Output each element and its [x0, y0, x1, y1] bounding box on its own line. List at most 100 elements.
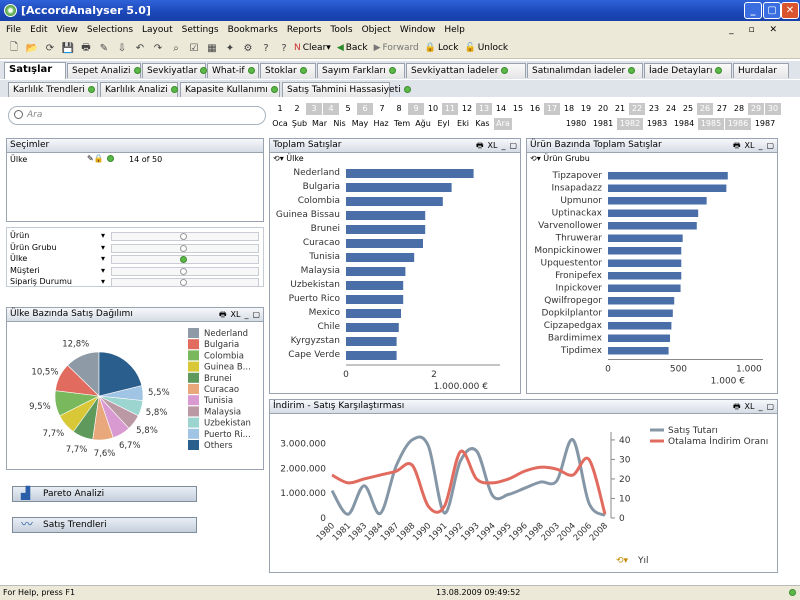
bar-category-label[interactable]: Monpickinower: [534, 246, 602, 256]
lock-button[interactable]: 🔒 Lock: [425, 43, 459, 53]
day-6[interactable]: 6: [357, 103, 373, 115]
print-icon[interactable]: 🖶: [733, 400, 741, 413]
redo-icon[interactable]: ↷: [150, 40, 166, 56]
bar-category-label[interactable]: Uptinackax: [552, 209, 603, 219]
bar[interactable]: [346, 183, 452, 192]
tab-1[interactable]: Satışlar: [4, 62, 66, 79]
total-sales-chart[interactable]: Nederland Bulgaria Colombia Guinea Bissau Br…: [270, 164, 520, 394]
menu-bookmarks[interactable]: Bookmarks: [228, 25, 278, 35]
month-6[interactable]: Haz: [372, 118, 390, 130]
bar-category-label[interactable]: Puerto Rico: [289, 294, 341, 304]
legend-label[interactable]: Curacao: [204, 385, 239, 395]
unlock-button[interactable]: 🔓 Unlock: [464, 43, 508, 53]
check-icon[interactable]: ☑: [186, 40, 202, 56]
context-help-icon[interactable]: ?: [276, 40, 292, 56]
month-10[interactable]: Eki: [455, 118, 471, 130]
help-icon[interactable]: ?: [258, 40, 274, 56]
mdi-controls[interactable]: _ ▫ ✕: [729, 25, 783, 35]
day-15[interactable]: 15: [510, 103, 526, 115]
month-8[interactable]: Ağu: [414, 118, 432, 130]
month-3[interactable]: Mar: [311, 118, 328, 130]
edit-script-icon[interactable]: ✎: [96, 40, 112, 56]
discount-sales-chart[interactable]: 0 1.000.000 2.000.000 3.000.000 0 10 20 30 40 Sat…: [270, 414, 777, 572]
tab-row2-3[interactable]: Kapasite Kullanımı: [180, 82, 280, 97]
bar[interactable]: [608, 272, 682, 280]
bar[interactable]: [346, 295, 404, 304]
bar-category-label[interactable]: Cape Verde: [288, 350, 340, 360]
legend-label[interactable]: Nederland: [204, 329, 248, 339]
tab-row2-1[interactable]: Karlılık Trendleri: [8, 82, 98, 97]
search-icon[interactable]: ⌕: [168, 40, 184, 56]
menu-edit[interactable]: Edit: [30, 25, 47, 35]
bar-category-label[interactable]: Dopkilplantor: [541, 309, 602, 319]
month-7[interactable]: Tem: [393, 118, 411, 130]
day-12[interactable]: 12: [459, 103, 475, 115]
tab-row2-2[interactable]: Karlılık Analizi: [100, 82, 178, 97]
bar-category-label[interactable]: Upquestentor: [541, 259, 603, 269]
day-24[interactable]: 24: [663, 103, 679, 115]
bar[interactable]: [608, 347, 669, 355]
legend-label[interactable]: Uzbekistan: [204, 419, 251, 429]
day-27[interactable]: 27: [714, 103, 730, 115]
menu-file[interactable]: File: [6, 25, 21, 35]
bar[interactable]: [346, 253, 415, 262]
day-14[interactable]: 14: [493, 103, 509, 115]
bar[interactable]: [346, 239, 423, 248]
menu-object[interactable]: Object: [362, 25, 391, 35]
bar[interactable]: [346, 309, 401, 318]
print-icon[interactable]: 🖶: [78, 40, 94, 56]
new-icon[interactable]: 🗋: [6, 40, 22, 56]
day-11[interactable]: 11: [442, 103, 458, 115]
month-11[interactable]: Kas: [474, 118, 491, 130]
cycle-dimension-button[interactable]: ⟲▾ Ürün Grubu: [530, 154, 590, 163]
bar-category-label[interactable]: Bulgaria: [303, 182, 340, 192]
close-button[interactable]: ✕: [781, 2, 799, 19]
bar-category-label[interactable]: Chile: [317, 322, 340, 332]
legend-label[interactable]: Bulgaria: [204, 340, 239, 350]
bar-category-label[interactable]: Brunei: [311, 224, 340, 234]
tab-8[interactable]: Satınalımdan İadeler: [527, 63, 643, 78]
day-21[interactable]: 21: [612, 103, 628, 115]
tab-10[interactable]: Hurdalar: [733, 63, 789, 78]
bar[interactable]: [346, 351, 397, 360]
menu-reports[interactable]: Reports: [287, 25, 322, 35]
legend-label[interactable]: Brunei: [204, 374, 232, 384]
year-1983[interactable]: 1983: [644, 118, 670, 130]
reload-data-icon[interactable]: ⇩: [114, 40, 130, 56]
bar[interactable]: [608, 184, 727, 193]
day-19[interactable]: 19: [578, 103, 594, 115]
bar-category-label[interactable]: Fronipefex: [555, 271, 603, 281]
clear-button[interactable]: N Clear ▾: [294, 43, 331, 53]
bar[interactable]: [346, 169, 474, 178]
bar[interactable]: [608, 247, 682, 255]
dropdown-arrow-icon[interactable]: ▾: [101, 277, 109, 287]
day-7[interactable]: 7: [374, 103, 390, 115]
bar-category-label[interactable]: Varvenollower: [538, 221, 602, 231]
bar-category-label[interactable]: Kyrgyzstan: [291, 336, 340, 346]
tab-3[interactable]: Sevkiyatlar: [142, 63, 208, 78]
tab-4[interactable]: What-if: [207, 63, 259, 78]
bar[interactable]: [608, 222, 697, 230]
maximize-icon[interactable]: ▢: [509, 139, 517, 152]
month-5[interactable]: May: [351, 118, 369, 130]
minimize-icon[interactable]: _: [244, 308, 248, 321]
excel-export-button[interactable]: XL: [745, 400, 755, 413]
day-28[interactable]: 28: [731, 103, 747, 115]
bar-category-label[interactable]: Colombia: [298, 196, 340, 206]
cycle-icon[interactable]: ⟲▾: [616, 556, 629, 566]
product-sales-chart[interactable]: Tipzapover Insapadazz Upmunor Uptinackax Var…: [527, 164, 777, 394]
bar[interactable]: [608, 197, 707, 205]
legend-label[interactable]: Malaysia: [204, 407, 241, 417]
bar-category-label[interactable]: Tunisia: [308, 252, 340, 262]
day-22[interactable]: 22: [629, 103, 645, 115]
legend-label[interactable]: Guinea B...: [204, 363, 251, 373]
legend-label[interactable]: Satış Tutarı: [668, 426, 718, 436]
dropdown-arrow-icon[interactable]: ▾: [101, 254, 109, 264]
day-20[interactable]: 20: [595, 103, 611, 115]
day-1[interactable]: 1: [272, 103, 288, 115]
bar-category-label[interactable]: Cipzapedgax: [544, 321, 603, 331]
day-5[interactable]: 5: [340, 103, 356, 115]
tools-icon[interactable]: ⚙: [240, 40, 256, 56]
day-8[interactable]: 8: [391, 103, 407, 115]
year-1984[interactable]: 1984: [671, 118, 697, 130]
